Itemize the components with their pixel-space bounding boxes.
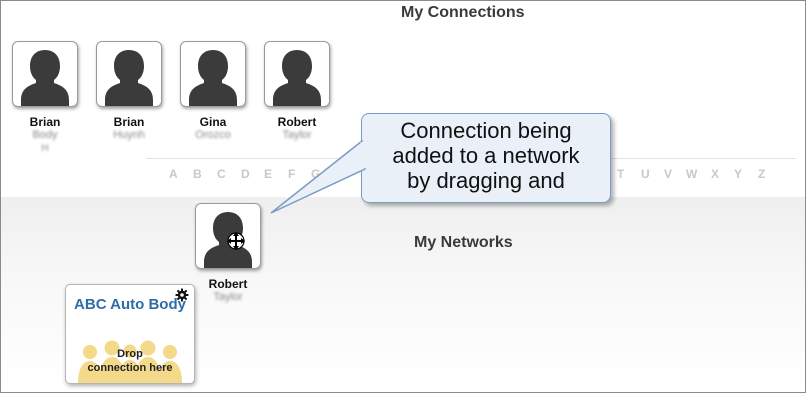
move-cursor-icon	[227, 232, 245, 250]
contact-extra: H	[41, 143, 49, 154]
network-card[interactable]: ABC Auto Body Drop connection here	[65, 284, 195, 384]
avatar[interactable]	[96, 41, 162, 107]
callout-pointer	[270, 139, 367, 214]
contact-first-name: Gina	[199, 115, 227, 129]
alpha-letter[interactable]: Y	[734, 167, 742, 181]
alpha-letter[interactable]: B	[193, 167, 202, 181]
alpha-letter[interactable]: X	[711, 167, 719, 181]
contact-last-name: Orozco	[195, 129, 231, 141]
contact-first-name: Brian	[113, 115, 145, 129]
alpha-letter[interactable]: A	[169, 167, 178, 181]
app-frame: My Connections Brian Body H Brian Huynh …	[0, 0, 806, 393]
contact-first-name: Brian	[29, 115, 61, 129]
networks-title: My Networks	[414, 234, 513, 251]
avatar[interactable]	[12, 41, 78, 107]
person-silhouette-icon	[21, 50, 69, 106]
alpha-letter[interactable]: V	[664, 167, 672, 181]
callout-line: added to a network	[392, 143, 580, 168]
contact-last-name: Body	[32, 129, 58, 141]
drop-line: connection here	[87, 362, 173, 374]
contact-last-name: Taylor	[213, 291, 243, 303]
contact-last-name: Huynh	[113, 129, 145, 141]
gear-icon[interactable]	[175, 288, 189, 302]
callout-tooltip: Connection being added to a network by d…	[361, 113, 611, 203]
contact-first-name: Robert	[208, 277, 248, 291]
contact-first-name: Robert	[277, 115, 317, 129]
person-silhouette-icon	[105, 50, 153, 106]
avatar[interactable]	[264, 41, 330, 107]
alpha-letter[interactable]: T	[617, 167, 624, 181]
avatar[interactable]	[180, 41, 246, 107]
alpha-letter[interactable]: Z	[758, 167, 765, 181]
callout-line: Connection being	[400, 118, 572, 143]
person-silhouette-icon	[273, 50, 321, 106]
connections-title: My Connections	[401, 4, 525, 21]
drop-zone-label: Drop connection here	[66, 347, 194, 375]
drop-line: Drop	[117, 348, 143, 360]
alpha-letter[interactable]: D	[241, 167, 250, 181]
person-silhouette-icon	[189, 50, 237, 106]
alpha-letter[interactable]: C	[217, 167, 226, 181]
alpha-letter[interactable]: W	[686, 167, 697, 181]
alpha-letter[interactable]: U	[641, 167, 650, 181]
callout-line: by dragging and	[407, 168, 565, 193]
